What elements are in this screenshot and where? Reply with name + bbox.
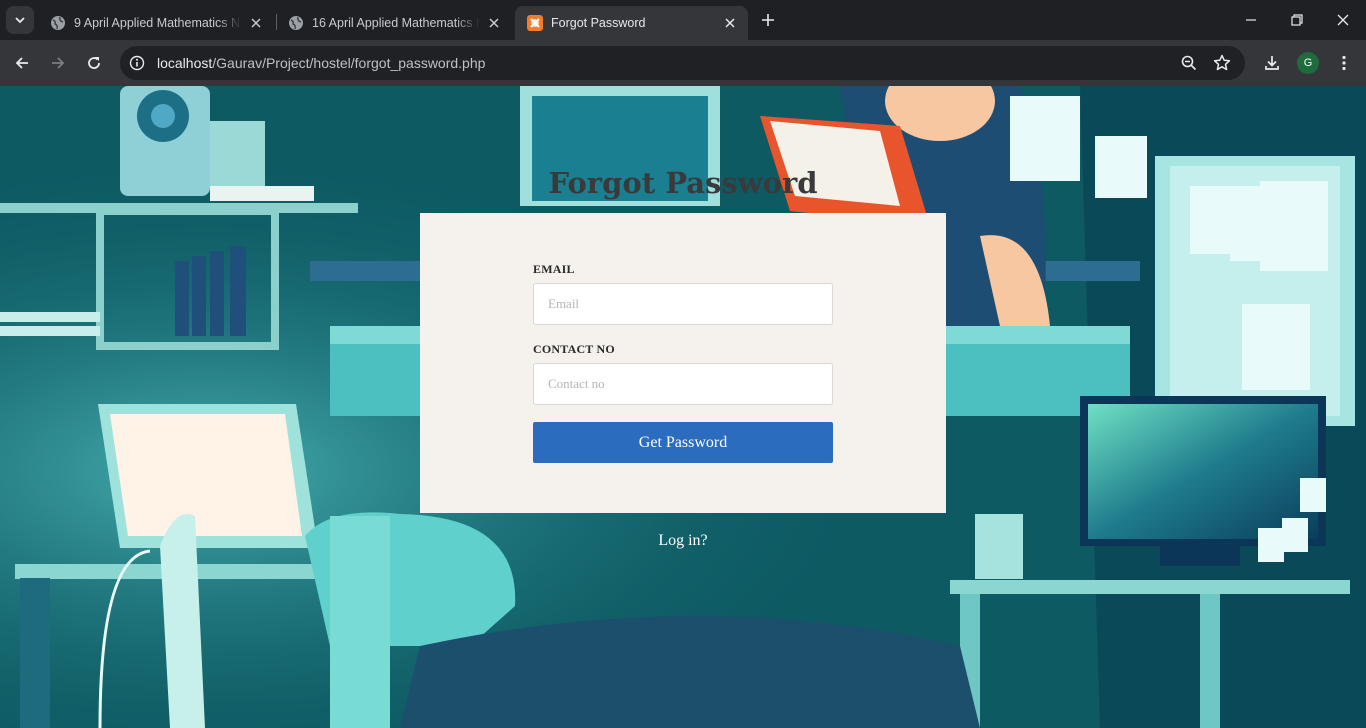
tab-2-close-icon[interactable] [486,15,502,31]
download-icon [1265,56,1279,70]
arrow-left-icon [15,57,28,69]
forgot-password-card: EMAIL CONTACT NO Get Password [420,213,946,513]
close-window-button[interactable] [1320,0,1366,40]
zoom-button[interactable] [1175,49,1203,77]
address-bar[interactable]: localhost/Gaurav/Project/hostel/forgot_p… [120,46,1245,80]
tab-3-close-icon[interactable] [722,15,738,31]
page-title: Forgot Password [548,166,818,200]
reload-button[interactable] [80,49,108,77]
tab-1-title: 9 April Applied Mathematics N [74,16,241,30]
login-link[interactable]: Log in? [420,532,946,550]
close-icon [1337,14,1349,26]
profile-avatar[interactable]: G [1297,52,1319,74]
email-field[interactable] [533,283,833,325]
get-password-button[interactable]: Get Password [533,422,833,463]
contact-no-label: CONTACT NO [533,342,615,356]
info-icon [129,55,145,71]
forward-button[interactable] [44,49,72,77]
xampp-icon [527,15,543,31]
globe-icon [51,16,65,30]
plus-icon [762,14,774,26]
tab-1[interactable]: 9 April Applied Mathematics N [38,6,274,40]
url-text[interactable]: localhost/Gaurav/Project/hostel/forgot_p… [157,55,485,71]
downloads-button[interactable] [1258,49,1286,77]
globe-icon [289,16,303,30]
restore-icon [1291,14,1303,26]
new-tab-button[interactable] [756,8,780,32]
url-host: localhost [157,55,213,71]
email-label: EMAIL [533,262,575,276]
page-viewport: Forgot Password EMAIL CONTACT NO Get Pas… [0,86,1366,728]
tab-search-button[interactable] [6,6,34,34]
browser-toolbar: localhost/Gaurav/Project/hostel/forgot_p… [0,40,1366,86]
more-vertical-icon [1342,55,1346,71]
arrow-right-icon [52,57,65,69]
restore-button[interactable] [1274,0,1320,40]
tab-2-title: 16 April Applied Mathematics N [312,16,480,30]
tab-1-close-icon[interactable] [248,15,264,31]
star-icon [1213,54,1231,71]
menu-button[interactable] [1330,49,1358,77]
minimize-button[interactable] [1228,0,1274,40]
site-info-button[interactable] [122,48,152,78]
minimize-icon [1246,19,1256,21]
tab-3-title: Forgot Password [551,16,646,30]
contact-no-field[interactable] [533,363,833,405]
tab-strip: 9 April Applied Mathematics N 16 April A… [0,0,1366,40]
tab-3-active[interactable]: Forgot Password [515,6,748,40]
back-button[interactable] [8,49,36,77]
reload-icon [88,57,100,69]
chevron-down-icon [15,17,25,24]
tab-2[interactable]: 16 April Applied Mathematics N [276,6,512,40]
url-path: /Gaurav/Project/hostel/forgot_password.p… [212,55,486,71]
zoom-out-icon [1181,55,1197,71]
bookmark-button[interactable] [1208,49,1236,77]
